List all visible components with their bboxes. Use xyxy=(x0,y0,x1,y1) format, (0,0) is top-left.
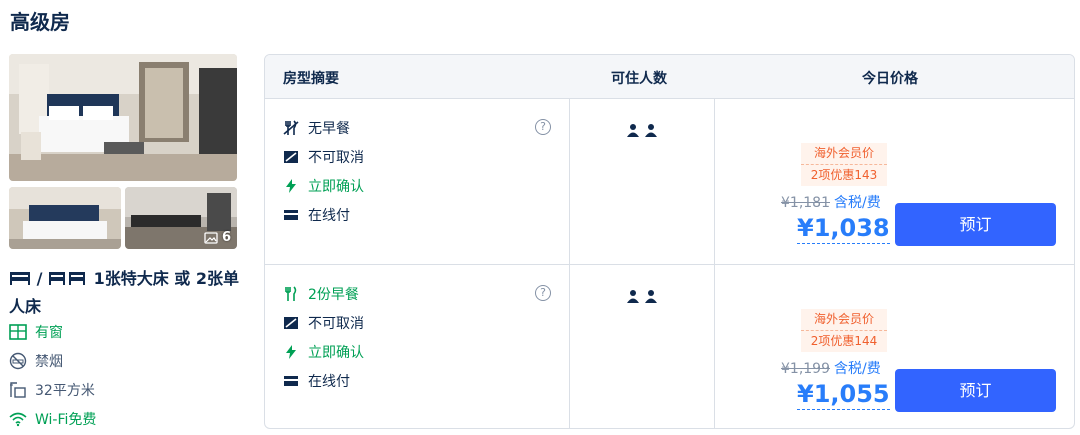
bed-description: / 1张特大床 或 2张单人床 xyxy=(9,265,241,321)
room-title: 高级房 xyxy=(10,10,70,34)
badge-line2: 2项优惠144 xyxy=(810,334,878,348)
book-button[interactable]: 预订 xyxy=(895,369,1056,412)
rate-table: 房型摘要 可住人数 今日价格 无早餐 ? 不可取消 立即确认 在线付 海外会员价… xyxy=(264,54,1075,429)
confirm-label: 立即确认 xyxy=(308,179,364,195)
price-info: ¥1,181 含税/费 xyxy=(781,192,881,212)
person-icon xyxy=(645,124,657,137)
feature-no-smoking: 禁烟 xyxy=(9,351,63,371)
feature-area-label: 32平方米 xyxy=(35,383,95,399)
price-info: ¥1,199 含税/费 xyxy=(781,358,881,378)
photo-count[interactable]: 6 xyxy=(204,230,231,245)
header-price: 今日价格 xyxy=(862,71,918,87)
room-photo-3[interactable]: 6 xyxy=(125,187,237,249)
payment-label: 在线付 xyxy=(308,374,350,390)
confirm-policy: 立即确认 xyxy=(283,176,364,196)
no-cancel-icon xyxy=(284,151,298,163)
badge-line1: 海外会员价 xyxy=(801,309,887,331)
card-icon xyxy=(284,210,298,220)
confirm-policy: 立即确认 xyxy=(283,342,364,362)
occupancy xyxy=(627,123,657,137)
member-price-badge[interactable]: 海外会员价 2项优惠144 xyxy=(801,309,887,352)
card-icon xyxy=(284,376,298,386)
tax-label[interactable]: 含税/费 xyxy=(834,361,881,377)
lightning-icon xyxy=(286,345,296,359)
original-price: ¥1,199 xyxy=(781,361,830,377)
meal-label: 无早餐 xyxy=(308,121,350,137)
wifi-icon xyxy=(9,412,27,427)
help-icon[interactable]: ? xyxy=(535,119,551,135)
image-icon xyxy=(204,231,218,244)
payment-label: 在线付 xyxy=(308,208,350,224)
header-occupancy: 可住人数 xyxy=(611,71,667,87)
meal-label: 2份早餐 xyxy=(308,287,359,303)
table-header: 房型摘要 可住人数 今日价格 xyxy=(265,55,1074,98)
member-price-badge[interactable]: 海外会员价 2项优惠143 xyxy=(801,143,887,186)
area-icon xyxy=(10,382,26,398)
bed-slash: / xyxy=(36,269,43,288)
window-icon xyxy=(9,324,27,340)
person-icon xyxy=(627,124,639,137)
person-icon xyxy=(627,290,639,303)
meal-policy: 无早餐 xyxy=(283,118,350,138)
no-meal-icon xyxy=(283,120,299,135)
feature-window-label: 有窗 xyxy=(35,325,63,341)
cancel-policy: 不可取消 xyxy=(283,313,364,333)
feature-area: 32平方米 xyxy=(9,380,95,400)
double-bed-icon xyxy=(10,272,30,285)
feature-wifi-label: Wi-Fi免费 xyxy=(35,412,97,428)
bedroom-photo xyxy=(9,54,237,181)
twin-bed-icon xyxy=(49,272,85,285)
table-row: 2份早餐 ? 不可取消 立即确认 在线付 海外会员价 2项优惠144 ¥1,19… xyxy=(265,264,1074,428)
meal-policy: 2份早餐 xyxy=(283,284,359,304)
payment-policy: 在线付 xyxy=(283,205,350,225)
occupancy xyxy=(627,289,657,303)
cancel-label: 不可取消 xyxy=(308,316,364,332)
cancel-policy: 不可取消 xyxy=(283,147,364,167)
feature-wifi: Wi-Fi免费 xyxy=(9,409,96,429)
book-button[interactable]: 预订 xyxy=(895,203,1056,246)
current-price[interactable]: ¥1,055 xyxy=(797,379,890,410)
table-row: 无早餐 ? 不可取消 立即确认 在线付 海外会员价 2项优惠143 ¥1,181… xyxy=(265,98,1074,264)
current-price[interactable]: ¥1,038 xyxy=(797,213,890,244)
feature-no-smoking-label: 禁烟 xyxy=(35,354,63,370)
badge-line1: 海外会员价 xyxy=(801,143,887,165)
no-cancel-icon xyxy=(284,317,298,329)
room-photo-2[interactable] xyxy=(9,187,121,249)
person-icon xyxy=(645,290,657,303)
badge-line2: 2项优惠143 xyxy=(810,168,878,182)
help-icon[interactable]: ? xyxy=(535,285,551,301)
header-summary: 房型摘要 xyxy=(283,71,339,87)
tax-label[interactable]: 含税/费 xyxy=(834,195,881,211)
cancel-label: 不可取消 xyxy=(308,150,364,166)
original-price: ¥1,181 xyxy=(781,195,830,211)
confirm-label: 立即确认 xyxy=(308,345,364,361)
room-photo-main[interactable] xyxy=(9,54,237,181)
feature-window: 有窗 xyxy=(9,322,63,342)
bedroom-photo xyxy=(9,187,121,249)
bed-text: 1张特大床 或 2张单人床 xyxy=(9,269,239,316)
payment-policy: 在线付 xyxy=(283,371,350,391)
no-smoking-icon xyxy=(9,352,27,370)
photo-count-value: 6 xyxy=(221,230,231,245)
lightning-icon xyxy=(286,179,296,193)
meal-icon xyxy=(285,286,297,301)
